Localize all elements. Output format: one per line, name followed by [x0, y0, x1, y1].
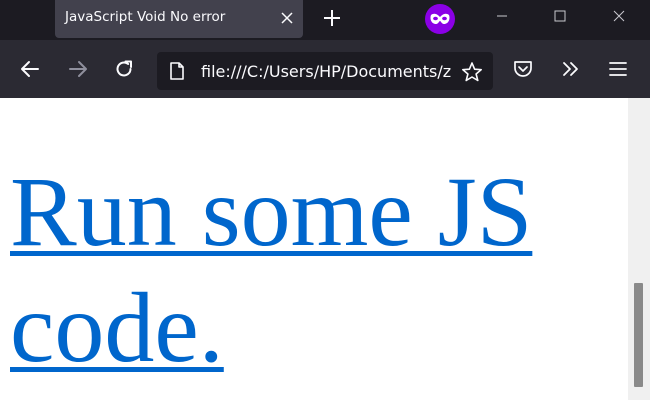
- nav-toolbar: file:///C:/Users/HP/Documents/z: [0, 40, 650, 99]
- file-icon[interactable]: [167, 61, 187, 81]
- run-js-link[interactable]: Run some JS code.: [10, 154, 610, 386]
- window-close-icon[interactable]: [590, 0, 648, 32]
- url-text[interactable]: file:///C:/Users/HP/Documents/z: [201, 62, 459, 81]
- star-icon[interactable]: [459, 59, 485, 85]
- url-bar[interactable]: file:///C:/Users/HP/Documents/z: [157, 52, 493, 90]
- page-content: Run some JS code.: [0, 98, 628, 400]
- scrollbar-thumb[interactable]: [634, 283, 643, 387]
- hamburger-menu-icon[interactable]: [602, 53, 634, 85]
- maximize-icon[interactable]: [531, 0, 589, 32]
- minimize-icon[interactable]: [473, 0, 531, 32]
- scrollbar[interactable]: [628, 98, 650, 400]
- plus-icon[interactable]: [319, 5, 345, 31]
- private-browsing-mask-icon[interactable]: [425, 4, 455, 34]
- chevron-double-right-icon[interactable]: [555, 53, 587, 85]
- reload-icon[interactable]: [108, 53, 140, 85]
- tab-title: JavaScript Void No error: [65, 9, 226, 25]
- pocket-icon[interactable]: [507, 53, 539, 85]
- arrow-right-icon[interactable]: [62, 53, 94, 85]
- arrow-left-icon[interactable]: [14, 53, 46, 85]
- tab-active[interactable]: JavaScript Void No error: [55, 0, 303, 38]
- close-icon[interactable]: [275, 7, 299, 29]
- tab-strip: JavaScript Void No error: [0, 0, 650, 40]
